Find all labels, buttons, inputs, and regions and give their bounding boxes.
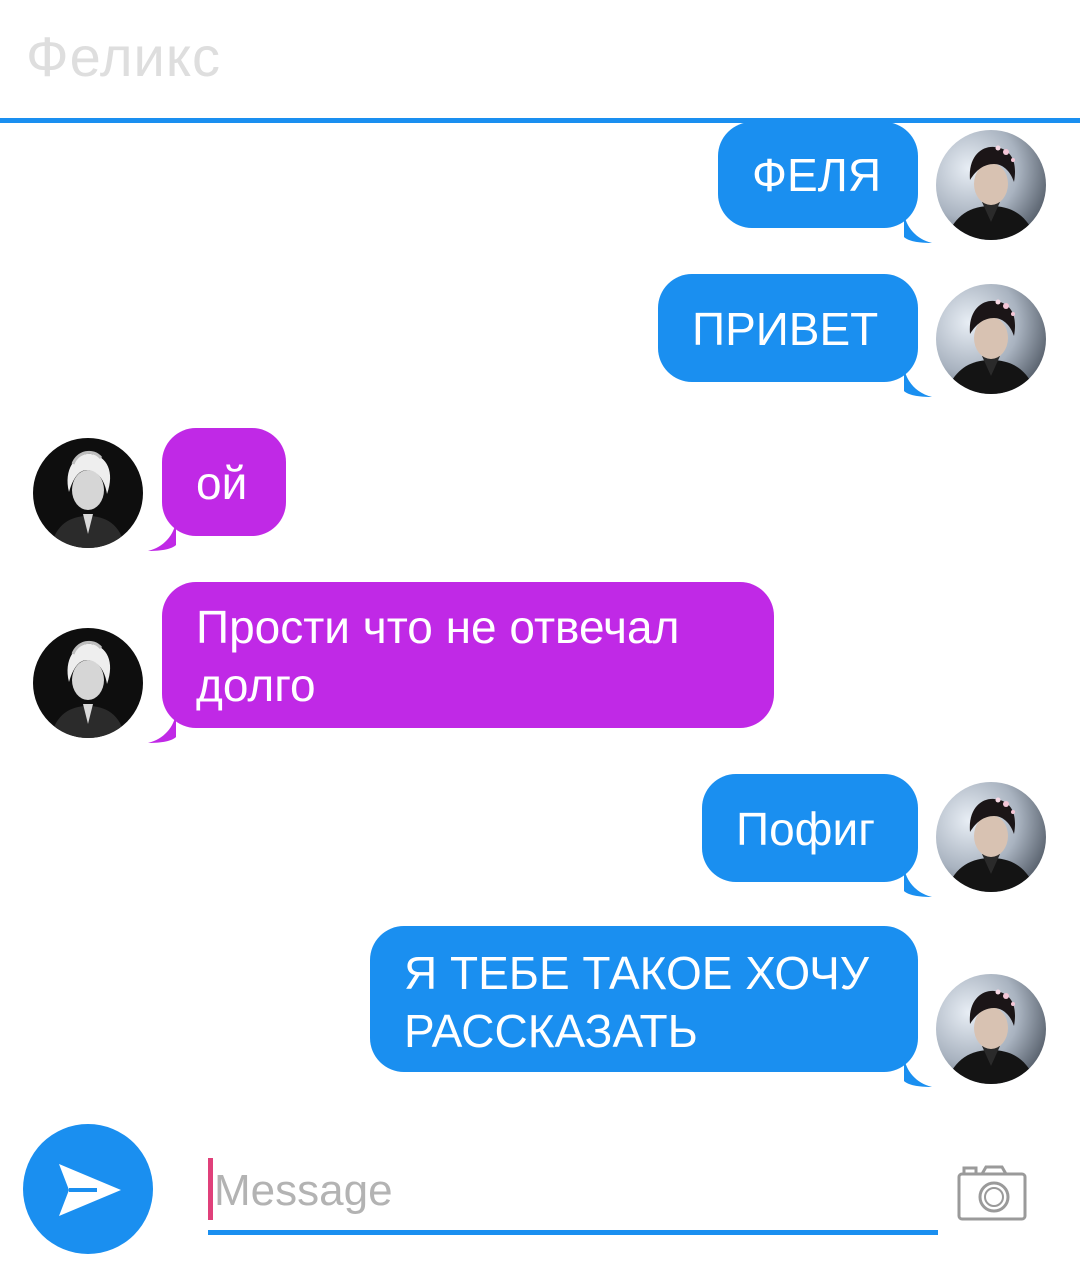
contact-avatar-icon[interactable]: [33, 438, 143, 548]
text-cursor: [208, 1158, 213, 1220]
input-underline: [208, 1230, 938, 1235]
message-text: Прости что не отвечал долго: [196, 601, 680, 711]
user-avatar-icon[interactable]: [936, 284, 1046, 394]
message-text: ПРИВЕТ: [692, 303, 879, 355]
bubble-tail: [904, 1042, 932, 1087]
send-icon: [59, 1164, 121, 1216]
header-divider: [0, 118, 1080, 123]
message-text: ой: [196, 457, 248, 509]
message-text: Я ТЕБЕ ТАКОЕ ХОЧУ РАССКАЗАТЬ: [404, 947, 870, 1057]
chat-header: Феликс: [0, 0, 1080, 118]
bubble-tail: [148, 506, 176, 551]
message-input-wrap: [208, 1154, 938, 1235]
message-bubble-outgoing[interactable]: Пофиг: [702, 774, 932, 897]
send-button[interactable]: [23, 1124, 153, 1254]
message-bubble-incoming[interactable]: ой: [148, 428, 286, 551]
message-bubble-outgoing[interactable]: ПРИВЕТ: [658, 274, 932, 397]
bubble-tail: [148, 698, 176, 743]
message-bubble-incoming[interactable]: Прости что не отвечал долго: [148, 582, 774, 743]
message-bubble-outgoing[interactable]: ФЕЛЯ: [718, 122, 932, 243]
message-text: ФЕЛЯ: [752, 149, 882, 201]
camera-icon: [957, 1165, 1027, 1221]
chat-screen: Феликс ФЕЛЯ ПРИВЕТ ой Прости что не отве…: [0, 0, 1080, 1264]
user-avatar-icon[interactable]: [936, 782, 1046, 892]
message-composer: [0, 1110, 1080, 1264]
message-bubble-outgoing[interactable]: Я ТЕБЕ ТАКОЕ ХОЧУ РАССКАЗАТЬ: [370, 926, 932, 1087]
user-avatar-icon[interactable]: [936, 130, 1046, 240]
message-text: Пофиг: [736, 803, 875, 855]
message-input[interactable]: [214, 1154, 914, 1228]
contact-name: Феликс: [26, 25, 221, 88]
contact-avatar-icon[interactable]: [33, 628, 143, 738]
camera-button[interactable]: [956, 1162, 1028, 1222]
user-avatar-icon[interactable]: [936, 974, 1046, 1084]
